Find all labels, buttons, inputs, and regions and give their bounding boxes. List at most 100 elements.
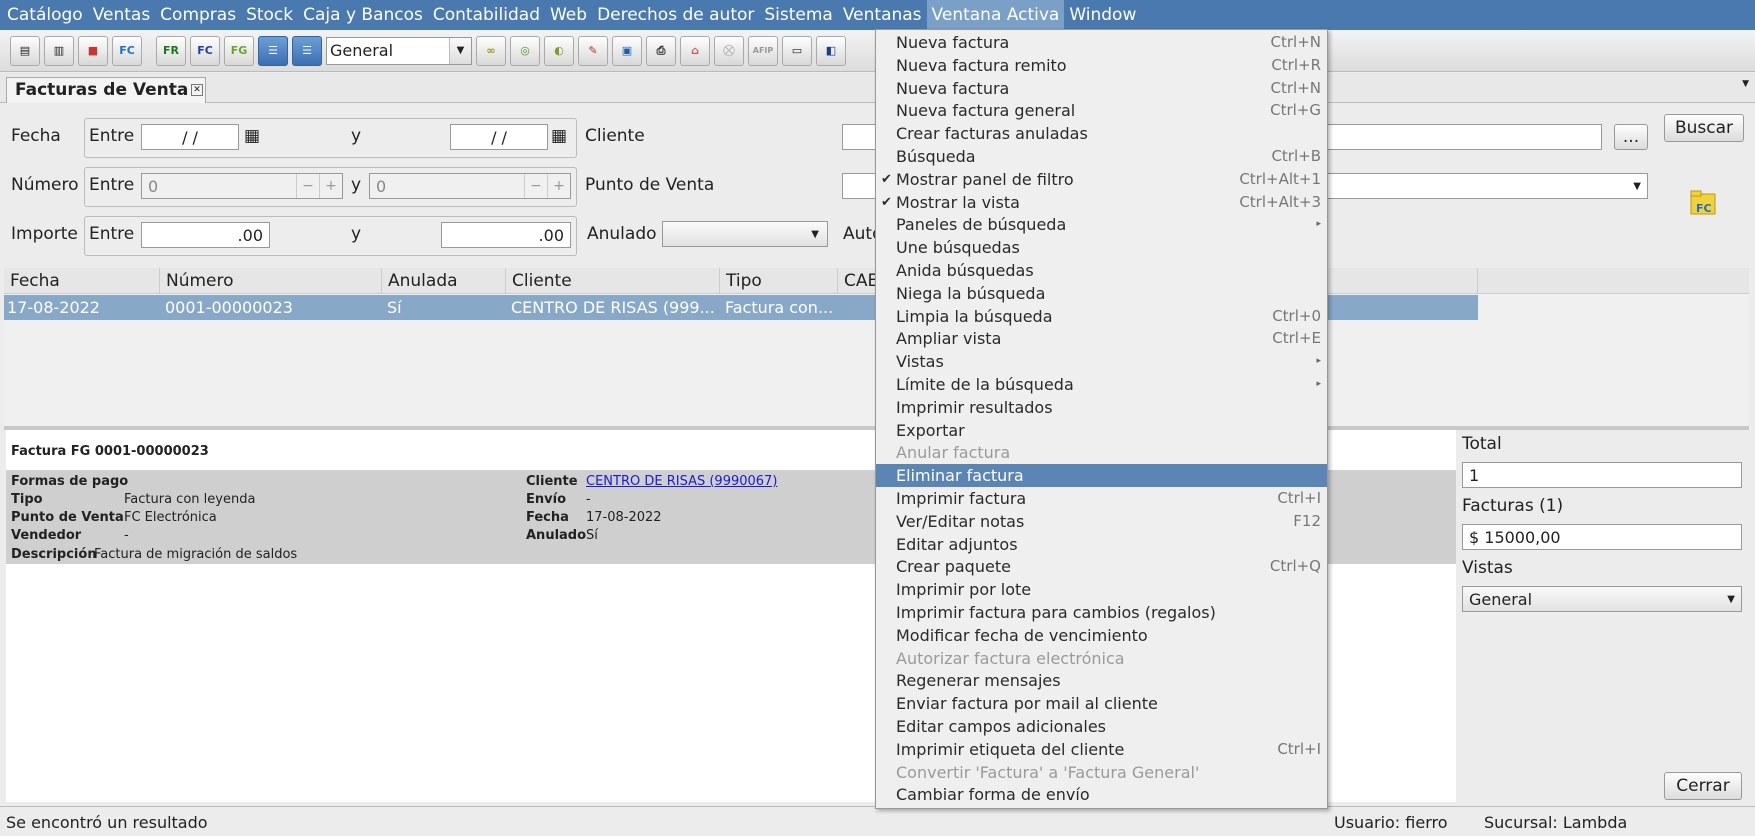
catalog-icon[interactable]: ▤: [10, 35, 40, 66]
minus-icon[interactable]: −: [524, 174, 547, 198]
tab-menu-icon[interactable]: ▼: [1742, 79, 1749, 89]
menu-item-nueva-factura-general[interactable]: Nueva factura general Ctrl+G: [876, 99, 1327, 122]
nested-icon[interactable]: ◎: [510, 35, 540, 66]
buscar-button[interactable]: Buscar: [1664, 114, 1744, 142]
anulado-select[interactable]: ▼: [662, 221, 828, 247]
chevron-down-icon[interactable]: ▼: [1727, 594, 1735, 605]
vendedor-key: Vendedor: [11, 528, 82, 543]
tab-facturas-de-venta[interactable]: Facturas de Venta ✕: [6, 77, 206, 103]
fecha-to-input[interactable]: / /: [450, 124, 548, 150]
menu-item-ver-editar-notas[interactable]: Ver/Editar notas F12: [876, 510, 1327, 533]
fecha-value: 17-08-2022: [586, 510, 662, 525]
menu-item-enviar-factura-por-mail-al-cliente[interactable]: Enviar factura por mail al cliente: [876, 692, 1327, 715]
importe-to-input[interactable]: .00: [441, 222, 571, 248]
menu-item-label: Nueva factura remito: [896, 55, 1067, 75]
menu-item-imprimir-resultados[interactable]: Imprimir resultados: [876, 396, 1327, 419]
union-icon[interactable]: ∞: [476, 35, 506, 66]
menu-sistema[interactable]: Sistema: [759, 0, 837, 30]
menu-ventanas[interactable]: Ventanas: [838, 0, 927, 30]
col-fecha[interactable]: Fecha: [4, 268, 160, 294]
menu-item-eliminar-factura[interactable]: Eliminar factura: [876, 464, 1327, 488]
fecha-from-input[interactable]: / /: [141, 124, 239, 150]
chevron-down-icon[interactable]: ▼: [449, 37, 471, 64]
menu-item-mostrar-la-vista[interactable]: ✔ Mostrar la vista Ctrl+Alt+3: [876, 191, 1327, 214]
printer-icon[interactable]: ⎙: [646, 35, 676, 66]
fg-icon[interactable]: FG: [224, 35, 254, 66]
menu-item-mostrar-panel-de-filtro[interactable]: ✔ Mostrar panel de filtro Ctrl+Alt+1: [876, 168, 1327, 191]
importe-from-input[interactable]: .00: [141, 222, 270, 248]
menu-caja-y-bancos[interactable]: Caja y Bancos: [298, 0, 428, 30]
print-invoice-icon[interactable]: ▭: [782, 35, 812, 66]
menu-item-anida-busquedas[interactable]: Anida búsquedas: [876, 259, 1327, 282]
vistas-select[interactable]: General ▼: [1462, 586, 1742, 612]
menu-item-nueva-factura-remito[interactable]: Nueva factura remito Ctrl+R: [876, 54, 1327, 77]
menu-item-une-busquedas[interactable]: Une búsquedas: [876, 236, 1327, 259]
menu-item-limpia-la-busqueda[interactable]: Limpia la búsqueda Ctrl+0: [876, 305, 1327, 328]
menu-item-imprimir-etiqueta-del-cliente[interactable]: Imprimir etiqueta del cliente Ctrl+I: [876, 738, 1327, 761]
menu-stock[interactable]: Stock: [241, 0, 298, 30]
menu-item-crear-paquete[interactable]: Crear paquete Ctrl+Q: [876, 555, 1327, 578]
menu-item-niega-la-busqueda[interactable]: Niega la búsqueda: [876, 282, 1327, 305]
menu-ventana-activa[interactable]: Ventana Activa: [926, 0, 1065, 30]
menu-derechos-de-autor[interactable]: Derechos de autor: [592, 0, 759, 30]
menu-web[interactable]: Web: [545, 0, 592, 30]
menu-window[interactable]: Window: [1064, 0, 1141, 30]
menu-item-ampliar-vista[interactable]: Ampliar vista Ctrl+E: [876, 327, 1327, 350]
fr-icon[interactable]: FR: [156, 35, 186, 66]
close-icon[interactable]: ✕: [191, 84, 203, 96]
menu-item-imprimir-por-lote[interactable]: Imprimir por lote: [876, 578, 1327, 601]
notes-icon[interactable]: ◧: [816, 35, 846, 66]
expand-icon[interactable]: ▣: [612, 35, 642, 66]
menu-item-imprimir-factura[interactable]: Imprimir factura Ctrl+I: [876, 487, 1327, 510]
menu-ventas[interactable]: Ventas: [88, 0, 155, 30]
menu-item-limite-de-la-busqueda[interactable]: Límite de la búsqueda ▸: [876, 373, 1327, 396]
menu-item-modificar-fecha-de-vencimiento[interactable]: Modificar fecha de vencimiento: [876, 624, 1327, 647]
fc-folder-icon[interactable]: FC: [112, 35, 142, 66]
menu-item-editar-adjuntos[interactable]: Editar adjuntos: [876, 533, 1327, 556]
facturas-label: Facturas (1): [1462, 496, 1564, 516]
menu-item-crear-facturas-anuladas[interactable]: Crear facturas anuladas: [876, 122, 1327, 145]
numero-from-stepper[interactable]: − +: [296, 174, 342, 198]
menu-contabilidad[interactable]: Contabilidad: [428, 0, 545, 30]
cliente-search-button[interactable]: ...: [1614, 124, 1648, 150]
view-grid-icon[interactable]: ☰: [292, 35, 322, 66]
plus-icon[interactable]: +: [547, 174, 570, 198]
menu-item-vistas[interactable]: Vistas ▸: [876, 350, 1327, 373]
menu-item-nueva-factura[interactable]: Nueva factura Ctrl+N: [876, 77, 1327, 100]
chevron-down-icon[interactable]: ▼: [811, 229, 819, 240]
calendar-icon[interactable]: ▦: [244, 126, 260, 146]
delete-icon[interactable]: ⛒: [714, 35, 744, 66]
menu-item-exportar[interactable]: Exportar: [876, 419, 1327, 442]
menu-cat-logo[interactable]: Catálogo: [2, 0, 88, 30]
numero-from-input[interactable]: 0 − +: [141, 173, 343, 199]
view-list-icon[interactable]: ☰: [258, 35, 288, 66]
col-anulada[interactable]: Anulada: [382, 268, 506, 294]
menu-item-regenerar-mensajes[interactable]: Regenerar mensajes: [876, 669, 1327, 692]
minus-icon[interactable]: −: [296, 174, 319, 198]
cerrar-button[interactable]: Cerrar: [1664, 772, 1742, 800]
menu-item-nueva-factura[interactable]: Nueva factura Ctrl+N: [876, 31, 1327, 54]
menu-item-paneles-de-busqueda[interactable]: Paneles de búsqueda ▸: [876, 213, 1327, 236]
numero-to-stepper[interactable]: − +: [524, 174, 570, 198]
afip-icon[interactable]: AFIP: [748, 35, 778, 66]
negate-icon[interactable]: ◐: [544, 35, 574, 66]
menu-item-cambiar-forma-de-envio[interactable]: Cambiar forma de envío: [876, 783, 1327, 806]
export-icon[interactable]: ⌂: [680, 35, 710, 66]
menu-item-imprimir-factura-para-cambios-regalos[interactable]: Imprimir factura para cambios (regalos): [876, 601, 1327, 624]
eraser-icon[interactable]: ✎: [578, 35, 608, 66]
col-numero[interactable]: Número: [160, 268, 382, 294]
menu-item-editar-campos-adicionales[interactable]: Editar campos adicionales: [876, 715, 1327, 738]
calendar-icon[interactable]: ▦: [551, 126, 567, 146]
menu-compras[interactable]: Compras: [155, 0, 241, 30]
menu-item-busqueda[interactable]: Búsqueda Ctrl+B: [876, 145, 1327, 168]
col-cliente[interactable]: Cliente: [506, 268, 720, 294]
truck-icon[interactable]: ■: [78, 35, 108, 66]
cliente-link[interactable]: CENTRO DE RISAS (9990067): [586, 474, 777, 489]
numero-to-input[interactable]: 0 − +: [369, 173, 571, 199]
col-tipo[interactable]: Tipo: [720, 268, 838, 294]
chevron-down-icon[interactable]: ▼: [1633, 181, 1641, 192]
fc-icon[interactable]: FC: [190, 35, 220, 66]
view-combo[interactable]: General ▼: [326, 36, 472, 65]
barcode-icon[interactable]: ▥: [44, 35, 74, 66]
plus-icon[interactable]: +: [319, 174, 342, 198]
